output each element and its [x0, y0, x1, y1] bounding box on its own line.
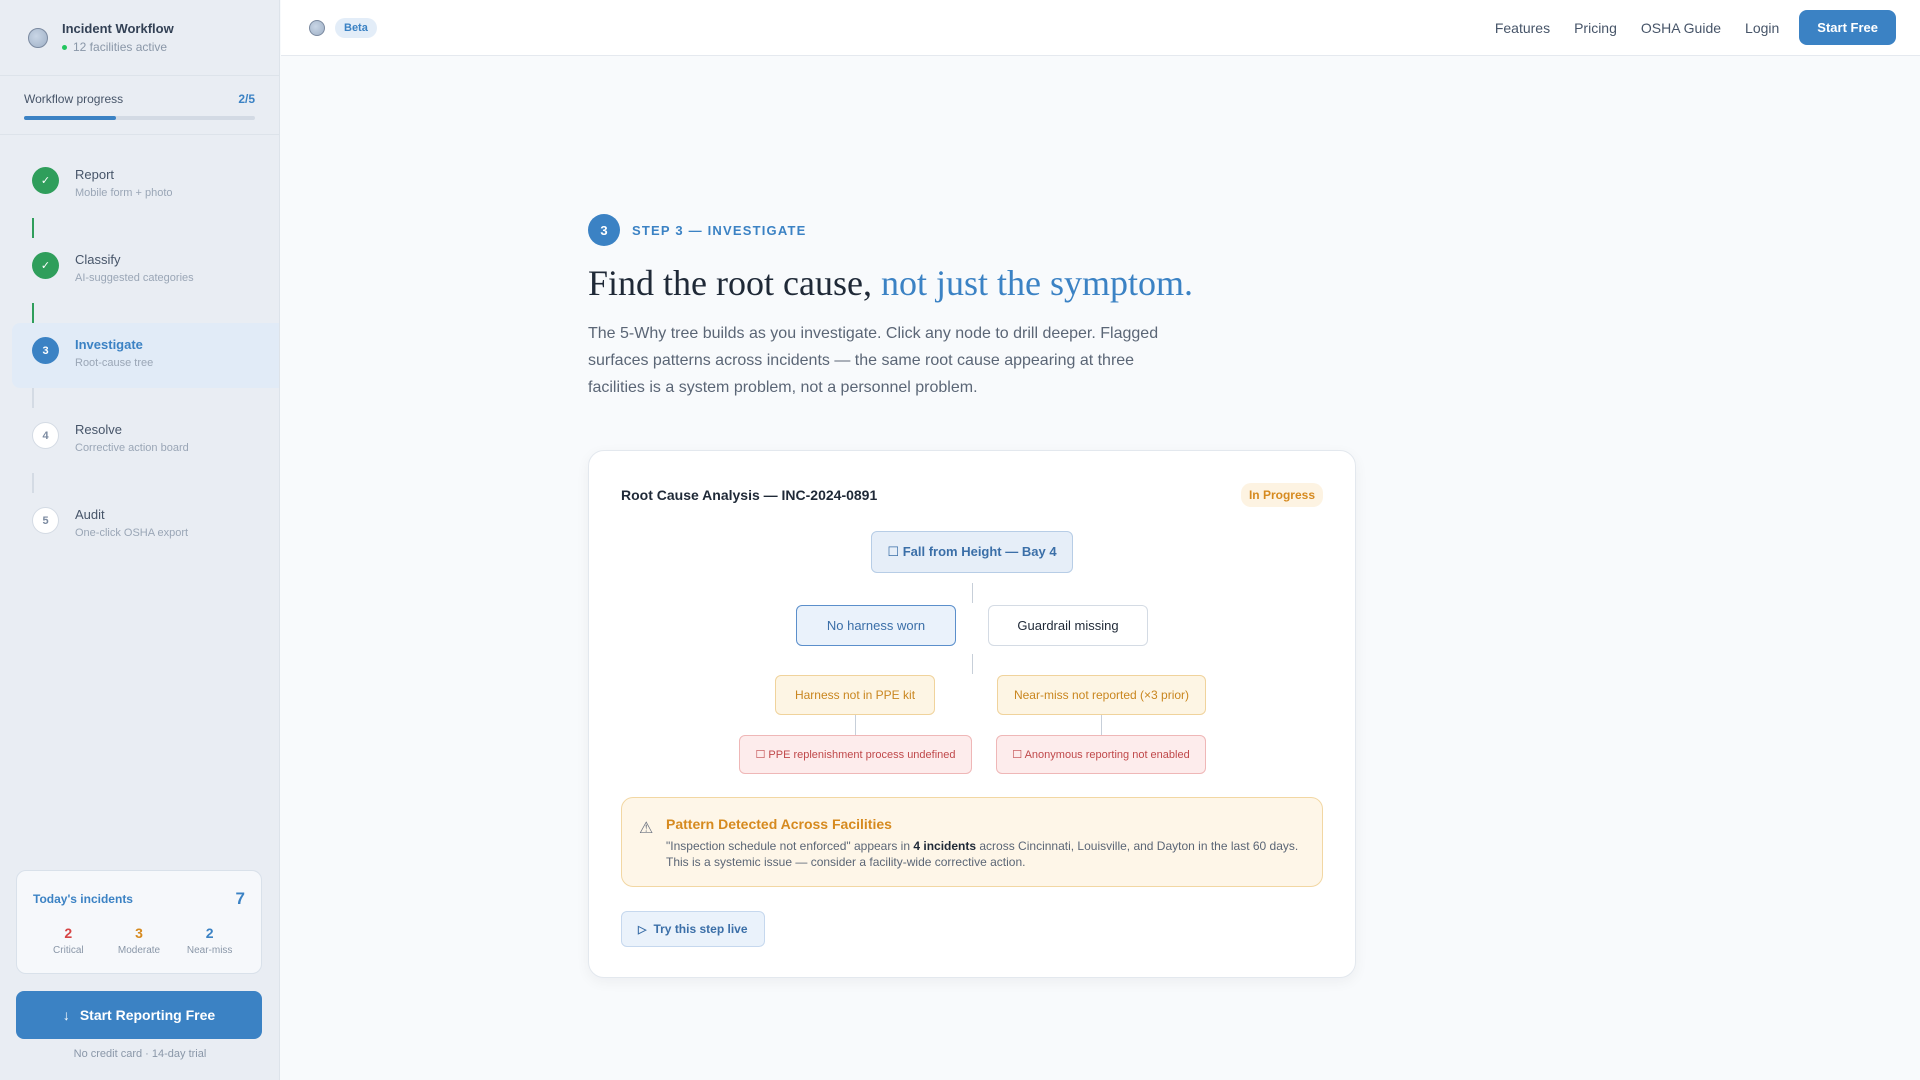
start-reporting-label: Start Reporting Free: [79, 1007, 216, 1023]
alert-body: "Inspection schedule not enforced" appea…: [666, 838, 1306, 870]
sidebar: Incident Workflow 12 facilities active W…: [0, 0, 280, 1080]
progress-count: 2/5: [238, 92, 255, 106]
check-icon: ✓: [32, 167, 59, 194]
top-nav: Beta Features Pricing OSHA Guide Login S…: [281, 0, 1920, 56]
step-desc: Mobile form + photo: [75, 187, 173, 199]
alert-text-pre: "Inspection schedule not enforced" appea…: [666, 839, 914, 853]
progress-label: Workflow progress: [24, 92, 124, 106]
progress-bar: [24, 116, 255, 120]
globe-icon: [28, 27, 48, 48]
tree-connector: [972, 654, 973, 674]
trial-note: No credit card · 14-day trial: [73, 1048, 207, 1060]
workflow-steps: ✓ Report Mobile form + photo ✓ Classify …: [0, 135, 279, 558]
step-label: Resolve: [75, 422, 122, 437]
start-free-button[interactable]: Start Free: [1799, 10, 1896, 45]
tree-connector: [855, 715, 856, 735]
step-number: 5: [32, 507, 59, 534]
main-content: 3 STEP 3 — INVESTIGATE Find the root cau…: [588, 214, 1358, 978]
nav-link-login[interactable]: Login: [1745, 20, 1779, 36]
step-eyebrow-text: STEP 3 — INVESTIGATE: [632, 222, 807, 238]
step-number-badge: 3: [588, 214, 620, 246]
intro-paragraph: The 5-Why tree builds as you investigate…: [588, 325, 1159, 396]
nav-link-features[interactable]: Features: [1495, 20, 1550, 36]
tree-node-near-miss[interactable]: Near-miss not reported (×3 prior): [997, 675, 1206, 715]
play-icon: ▷: [638, 923, 647, 936]
page-title: Find the root cause, not just the sympto…: [588, 262, 1358, 304]
nav-link-osha-guide[interactable]: OSHA Guide: [1641, 20, 1721, 36]
step-report[interactable]: ✓ Report Mobile form + photo: [0, 153, 279, 218]
workflow-progress: Workflow progress 2/5: [0, 76, 279, 135]
status-dot-icon: [62, 44, 67, 50]
facilities-text: 12 facilities active: [73, 40, 168, 54]
step-number: 4: [32, 422, 59, 449]
step-desc: Corrective action board: [75, 442, 189, 454]
step-label: Report: [75, 167, 115, 182]
nearmiss-count: 2: [205, 925, 214, 941]
step-resolve[interactable]: 4 Resolve Corrective action board: [0, 408, 279, 473]
facilities-status: 12 facilities active: [62, 40, 174, 54]
step-number: 3: [32, 337, 59, 364]
step-desc: One-click OSHA export: [75, 527, 189, 539]
tree-node-harness-ppe[interactable]: Harness not in PPE kit: [775, 675, 935, 715]
sidebar-header: Incident Workflow 12 facilities active: [0, 0, 279, 76]
alert-text-bold: 4 incidents: [913, 839, 977, 853]
beta-badge: Beta: [335, 17, 377, 38]
incidents-total: 7: [235, 889, 245, 908]
step-audit[interactable]: 5 Audit One-click OSHA export: [0, 493, 279, 558]
step-connector: [32, 388, 34, 408]
check-icon: ✓: [32, 252, 59, 279]
step-desc: Root-cause tree: [75, 357, 154, 369]
todays-incidents-card: Today's incidents 7 2 Critical 3 Moderat…: [16, 870, 262, 974]
step-eyebrow: 3 STEP 3 — INVESTIGATE: [588, 214, 1358, 246]
step-label: Classify: [75, 252, 121, 267]
progress-bar-fill: [24, 116, 117, 120]
tree-node-ppe-process[interactable]: ☐ PPE replenishment process undefined: [739, 735, 972, 774]
status-badge: In Progress: [1240, 483, 1323, 507]
tree-connector: [1101, 715, 1102, 735]
pattern-alert: ⚠ Pattern Detected Across Facilities "In…: [621, 797, 1323, 887]
critical-label: Critical: [53, 945, 84, 956]
moderate-count: 3: [135, 925, 143, 941]
step-desc: AI-suggested categories: [75, 272, 194, 284]
globe-icon[interactable]: [309, 19, 325, 36]
step-label: Investigate: [75, 337, 143, 352]
warning-icon: ⚠: [639, 820, 654, 837]
step-connector: [32, 218, 34, 238]
tree-node-anon-reporting[interactable]: ☐ Anonymous reporting not enabled: [996, 735, 1206, 774]
incidents-title: Today's incidents: [33, 892, 133, 906]
moderate-stat: 3 Moderate: [104, 925, 174, 956]
arrow-down-icon: ↓: [62, 1007, 70, 1023]
step-classify[interactable]: ✓ Classify AI-suggested categories: [0, 238, 279, 303]
alert-title: Pattern Detected Across Facilities: [666, 816, 892, 832]
tree-node-root[interactable]: ☐ Fall from Height — Bay 4: [871, 531, 1073, 573]
nav-link-pricing[interactable]: Pricing: [1574, 20, 1617, 36]
step-connector: [32, 473, 34, 493]
critical-count: 2: [64, 925, 73, 941]
tree-node-no-harness[interactable]: No harness worn: [796, 605, 956, 646]
critical-stat: 2 Critical: [33, 925, 103, 956]
tree-node-guardrail[interactable]: Guardrail missing: [988, 605, 1148, 646]
try-step-label: Try this step live: [653, 922, 748, 936]
try-step-button[interactable]: ▷ Try this step live: [621, 911, 765, 947]
card-title: Root Cause Analysis — INC-2024-0891: [621, 487, 878, 503]
step-investigate[interactable]: 3 Investigate Root-cause tree: [12, 323, 279, 388]
step-label: Audit: [75, 507, 105, 522]
root-cause-card: Root Cause Analysis — INC-2024-0891 In P…: [588, 450, 1356, 978]
nav-links: Features Pricing OSHA Guide Login Start …: [1471, 10, 1896, 45]
start-reporting-button[interactable]: ↓ Start Reporting Free: [16, 991, 262, 1039]
step-connector: [32, 303, 34, 323]
nearmiss-label: Near-miss: [186, 945, 233, 956]
app-title: Incident Workflow: [62, 21, 174, 36]
nearmiss-stat: 2 Near-miss: [175, 925, 245, 956]
moderate-label: Moderate: [117, 945, 161, 956]
headline-main: Find the root cause,: [588, 263, 872, 303]
tree-connector: [972, 583, 973, 603]
headline-accent: not just the symptom.: [880, 263, 1193, 303]
